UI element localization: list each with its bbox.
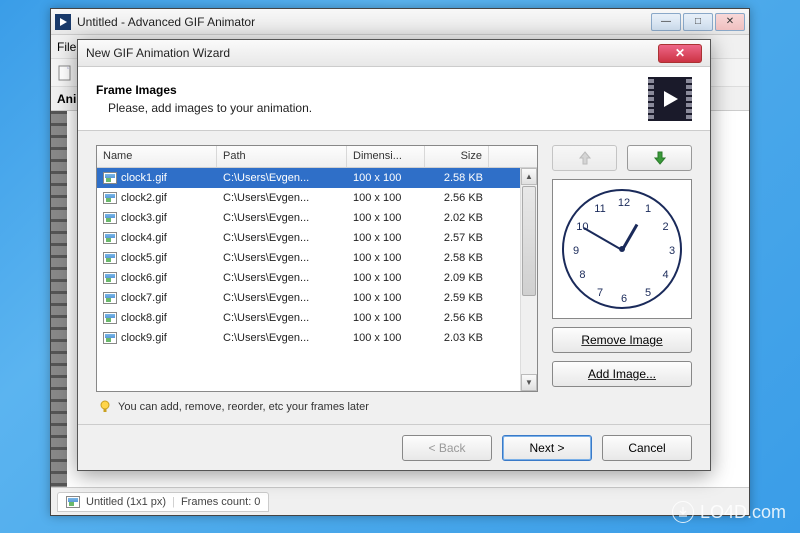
- image-file-icon: [103, 192, 117, 204]
- maximize-button[interactable]: □: [683, 13, 713, 31]
- scroll-down-icon[interactable]: ▼: [521, 374, 537, 391]
- table-row[interactable]: clock8.gifC:\Users\Evgen...100 x 1002.56…: [97, 308, 520, 328]
- arrow-down-icon: [653, 150, 667, 166]
- next-button[interactable]: Next >: [502, 435, 592, 461]
- image-file-icon: [103, 252, 117, 264]
- col-size[interactable]: Size: [425, 146, 489, 167]
- menu-file[interactable]: File: [57, 40, 76, 54]
- move-down-button[interactable]: [627, 145, 692, 171]
- watermark-text: LO4D.com: [700, 502, 786, 523]
- scroll-thumb[interactable]: [522, 186, 536, 296]
- list-scrollbar[interactable]: ▲ ▼: [520, 168, 537, 391]
- add-image-button[interactable]: Add Image...: [552, 361, 692, 387]
- back-button[interactable]: < Back: [402, 435, 492, 461]
- image-file-icon: [103, 332, 117, 344]
- dialog-header: Frame Images Please, add images to your …: [78, 67, 710, 131]
- image-file-icon: [103, 232, 117, 244]
- lightbulb-icon: [98, 400, 112, 414]
- watermark: LO4D.com: [672, 501, 786, 523]
- table-row[interactable]: clock6.gifC:\Users\Evgen...100 x 1002.09…: [97, 268, 520, 288]
- cancel-button[interactable]: Cancel: [602, 435, 692, 461]
- file-list[interactable]: Name Path Dimensi... Size clock1.gifC:\U…: [96, 145, 538, 392]
- col-path[interactable]: Path: [217, 146, 347, 167]
- dialog-subheading: Please, add images to your animation.: [108, 101, 648, 115]
- image-file-icon: [103, 292, 117, 304]
- col-dim[interactable]: Dimensi...: [347, 146, 425, 167]
- wizard-dialog: New GIF Animation Wizard ✕ Frame Images …: [77, 39, 711, 471]
- status-tab[interactable]: Untitled (1x1 px) | Frames count: 0: [57, 492, 269, 512]
- image-file-icon: [103, 312, 117, 324]
- table-row[interactable]: clock1.gifC:\Users\Evgen...100 x 1002.58…: [97, 168, 520, 188]
- remove-image-button[interactable]: Remove Image: [552, 327, 692, 353]
- frame-strip: [51, 111, 67, 487]
- col-name[interactable]: Name: [97, 146, 217, 167]
- app-icon: [55, 14, 71, 30]
- table-row[interactable]: clock2.gifC:\Users\Evgen...100 x 1002.56…: [97, 188, 520, 208]
- main-title: Untitled - Advanced GIF Animator: [77, 15, 651, 29]
- film-play-icon: [648, 77, 692, 121]
- image-file-icon: [103, 272, 117, 284]
- dialog-titlebar[interactable]: New GIF Animation Wizard ✕: [78, 40, 710, 67]
- status-file-icon: [66, 496, 80, 508]
- hint-row: You can add, remove, reorder, etc your f…: [96, 392, 538, 414]
- image-file-icon: [103, 172, 117, 184]
- table-row[interactable]: clock5.gifC:\Users\Evgen...100 x 1002.58…: [97, 248, 520, 268]
- image-file-icon: [103, 212, 117, 224]
- status-frames: Frames count: 0: [181, 496, 260, 508]
- list-header: Name Path Dimensi... Size: [97, 146, 537, 168]
- clock-preview: 121234567891011: [562, 189, 682, 309]
- main-close-button[interactable]: ✕: [715, 13, 745, 31]
- scroll-up-icon[interactable]: ▲: [521, 168, 537, 185]
- dialog-title: New GIF Animation Wizard: [86, 46, 658, 60]
- preview-pane: 121234567891011: [552, 179, 692, 319]
- hint-text: You can add, remove, reorder, etc your f…: [118, 401, 369, 413]
- statusbar: Untitled (1x1 px) | Frames count: 0: [51, 487, 749, 515]
- status-title: Untitled (1x1 px): [86, 496, 166, 508]
- table-row[interactable]: clock7.gifC:\Users\Evgen...100 x 1002.59…: [97, 288, 520, 308]
- arrow-up-icon: [578, 150, 592, 166]
- table-row[interactable]: clock3.gifC:\Users\Evgen...100 x 1002.02…: [97, 208, 520, 228]
- dialog-heading: Frame Images: [96, 83, 648, 97]
- move-up-button[interactable]: [552, 145, 617, 171]
- main-titlebar[interactable]: Untitled - Advanced GIF Animator — □ ✕: [51, 9, 749, 35]
- table-row[interactable]: clock9.gifC:\Users\Evgen...100 x 1002.03…: [97, 328, 520, 348]
- list-rows[interactable]: clock1.gifC:\Users\Evgen...100 x 1002.58…: [97, 168, 520, 391]
- dialog-close-button[interactable]: ✕: [658, 44, 702, 63]
- minimize-button[interactable]: —: [651, 13, 681, 31]
- dialog-footer: < Back Next > Cancel: [78, 424, 710, 470]
- side-panel: 121234567891011 Remove Image Add Image..…: [552, 145, 692, 414]
- new-file-icon[interactable]: [55, 63, 75, 83]
- table-row[interactable]: clock4.gifC:\Users\Evgen...100 x 1002.57…: [97, 228, 520, 248]
- download-icon: [672, 501, 694, 523]
